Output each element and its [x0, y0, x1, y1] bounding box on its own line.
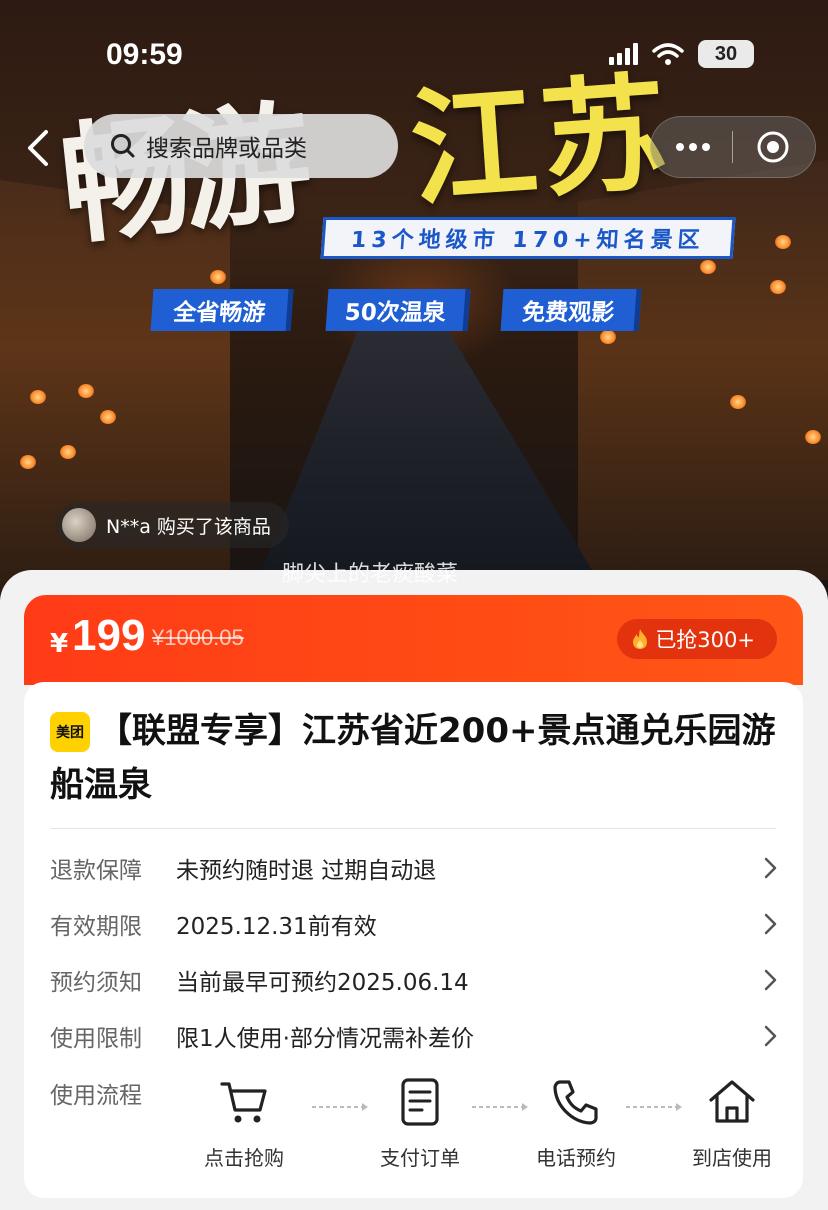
dashed-arrow-icon [312, 1103, 368, 1111]
info-value: 当前最早可预约2025.06.14 [176, 970, 469, 996]
flow-step-label: 点击抢购 [204, 1146, 284, 1170]
flow-step-pay: 支付订单 [370, 1076, 470, 1171]
info-label: 使用限制 [50, 1026, 142, 1052]
hero-tag-movie: 免费观影 [500, 289, 642, 331]
cart-icon [220, 1082, 267, 1123]
price-currency: ¥ [50, 629, 69, 659]
home-icon [709, 1080, 755, 1123]
battery-icon: 30 [698, 40, 754, 68]
phone-icon [553, 1080, 598, 1125]
divider [50, 828, 776, 829]
capsule-divider [732, 131, 734, 163]
lantern-decoration [20, 455, 36, 469]
search-bar[interactable]: 搜索品牌或品类 [84, 114, 398, 178]
lantern-decoration [60, 445, 76, 459]
info-row-booking[interactable]: 预约须知 当前最早可预约2025.06.14 [50, 960, 780, 1000]
flow-step-buy: 点击抢购 [194, 1076, 294, 1171]
sold-count-text: 已抢300+ [655, 628, 755, 652]
usage-flow-label: 使用流程 [50, 1083, 142, 1109]
dashed-arrow-icon [626, 1103, 682, 1111]
ticker-text: N**a 购买了该商品 [106, 515, 271, 538]
dashed-arrow-icon [472, 1103, 528, 1111]
product-title: 【联盟专享】江苏省近200+景点通兑乐园游船温泉 [50, 711, 776, 805]
info-row-validity[interactable]: 有效期限 2025.12.31前有效 [50, 904, 780, 944]
mini-program-capsule [650, 116, 816, 178]
flow-step-label: 到店使用 [692, 1146, 772, 1170]
lantern-decoration [78, 384, 94, 398]
price-original: ¥1000.05 [152, 625, 244, 650]
hero-banner[interactable]: 畅游 江苏 13个地级市 170+知名景区 全省畅游 50次温泉 免费观影 09… [0, 0, 828, 600]
purchase-ticker: N**a 购买了该商品 [56, 502, 289, 548]
wifi-icon [652, 43, 684, 65]
info-row-refund[interactable]: 退款保障 未预约随时退 过期自动退 [50, 848, 780, 888]
price-bar: ¥ 199 ¥1000.05 已抢300+ [24, 595, 803, 685]
info-value: 未预约随时退 过期自动退 [176, 858, 437, 884]
hero-tag-province: 全省畅游 [150, 289, 294, 331]
flow-step-call: 电话预约 [526, 1076, 626, 1171]
flow-step-label: 电话预约 [536, 1146, 616, 1170]
flow-step-visit: 到店使用 [682, 1076, 782, 1171]
back-arrow-icon[interactable] [20, 126, 60, 170]
sold-count-badge: 已抢300+ [617, 619, 777, 659]
flame-icon [633, 629, 648, 649]
chevron-right-icon [764, 1025, 777, 1047]
chevron-right-icon [764, 969, 777, 991]
lantern-decoration [775, 235, 791, 249]
info-label: 退款保障 [50, 858, 142, 884]
lantern-decoration [700, 260, 716, 274]
watermark-text: 脚尖上的老痰酸菜 [282, 562, 459, 587]
info-value: 2025.12.31前有效 [176, 914, 377, 940]
more-icon[interactable] [676, 143, 711, 151]
status-time: 09:59 [106, 38, 183, 71]
receipt-icon [401, 1078, 439, 1126]
flow-step-label: 支付订单 [380, 1146, 460, 1170]
hero-sub-banner: 13个地级市 170+知名景区 [320, 217, 736, 259]
avatar [62, 508, 96, 542]
close-target-icon[interactable] [756, 130, 790, 164]
info-label: 有效期限 [50, 914, 142, 940]
lantern-decoration [730, 395, 746, 409]
search-icon [111, 134, 135, 158]
lantern-decoration [30, 390, 46, 404]
hero-tag-hotspring: 50次温泉 [325, 289, 471, 331]
price-current: 199 [72, 611, 146, 660]
lantern-decoration [770, 280, 786, 294]
signal-icon [609, 43, 638, 65]
info-label: 预约须知 [50, 970, 142, 996]
usage-flow: 点击抢购 支付订单 电话预约 到店使用 [174, 1076, 774, 1186]
search-placeholder: 搜索品牌或品类 [146, 136, 307, 162]
chevron-right-icon [764, 913, 777, 935]
status-icons: 30 [609, 40, 754, 68]
lantern-decoration [210, 270, 226, 284]
lantern-decoration [100, 410, 116, 424]
chevron-right-icon [764, 857, 777, 879]
lantern-decoration [805, 430, 821, 444]
lantern-decoration [600, 330, 616, 344]
info-value: 限1人使用·部分情况需补差价 [176, 1026, 474, 1052]
info-row-restriction[interactable]: 使用限制 限1人使用·部分情况需补差价 [50, 1016, 780, 1056]
product-info-card: 美团 【联盟专享】江苏省近200+景点通兑乐园游船温泉 退款保障 未预约随时退 … [24, 682, 803, 1198]
